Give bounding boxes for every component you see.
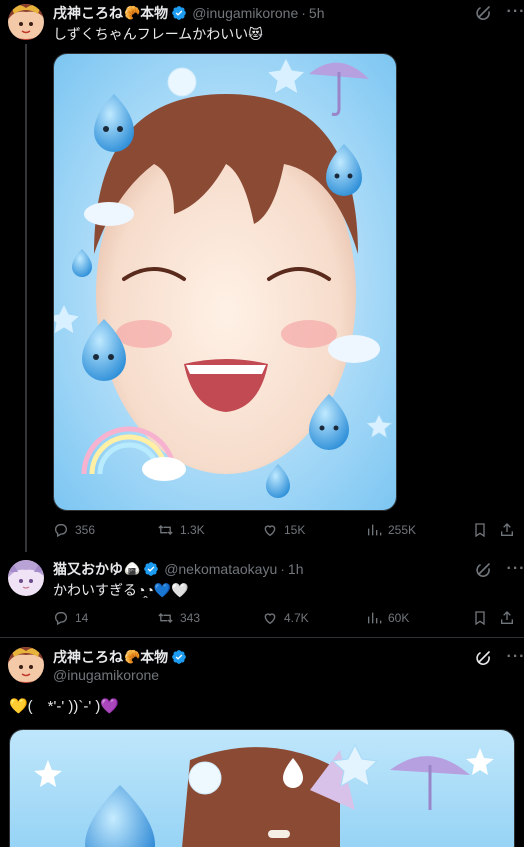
views-button[interactable]: 60K xyxy=(366,610,409,626)
display-name[interactable]: 猫又おかゆ xyxy=(53,560,123,578)
tweet-text: しずくちゃんフレームかわいい😻 xyxy=(53,26,263,42)
reply-button[interactable]: 14 xyxy=(53,610,88,626)
retweet-count: 343 xyxy=(180,611,201,625)
reply-icon xyxy=(55,612,67,626)
onigiri-emoji: 🍙 xyxy=(124,561,141,576)
like-count: 4.7K xyxy=(284,611,309,625)
separator-dot: · xyxy=(301,5,306,21)
avatar[interactable] xyxy=(8,647,44,683)
reply-top-actions: ··· xyxy=(475,560,524,578)
reply-count: 14 xyxy=(75,611,89,625)
tweet-image[interactable] xyxy=(9,729,515,847)
grok-icon[interactable] xyxy=(475,3,493,21)
verified-badge-icon[interactable] xyxy=(171,5,187,21)
bookmark-button[interactable] xyxy=(472,610,488,626)
display-name[interactable]: 戌神ころね xyxy=(53,4,123,22)
tweet-header: 戌神ころね 🥐 本物 @inugamikorone · 5h xyxy=(53,4,324,22)
display-name-suffix[interactable]: 本物 xyxy=(140,648,168,666)
display-name-suffix[interactable]: 本物 xyxy=(140,4,168,22)
bookmark-icon xyxy=(475,611,485,626)
share-button[interactable] xyxy=(499,610,515,626)
share-button[interactable] xyxy=(499,522,515,538)
views-icon xyxy=(368,612,382,624)
like-count: 15K xyxy=(284,523,306,537)
retweet-button[interactable]: 343 xyxy=(157,610,200,626)
separator-dot: · xyxy=(280,561,285,577)
tweet-actions: 356 1.3K 15K 255K xyxy=(53,522,517,540)
bookmark-icon xyxy=(475,523,485,538)
more-icon[interactable]: ··· xyxy=(507,648,524,666)
divider xyxy=(0,637,524,638)
retweet-button[interactable]: 1.3K xyxy=(157,522,205,538)
retweet-count: 1.3K xyxy=(180,523,205,537)
views-count: 255K xyxy=(388,523,417,537)
handle[interactable]: @inugamikorone xyxy=(192,4,298,22)
like-icon xyxy=(264,613,276,625)
views-button[interactable]: 255K xyxy=(366,522,416,538)
reply-text: かわいすぎる◔̯◔💙🤍 xyxy=(53,582,189,598)
reply-icon xyxy=(55,524,67,538)
croissant-emoji: 🥐 xyxy=(124,5,141,20)
grok-icon[interactable] xyxy=(475,648,493,666)
share-icon xyxy=(501,611,513,624)
bookmark-button[interactable] xyxy=(472,522,488,538)
verified-badge-icon[interactable] xyxy=(171,649,187,665)
timestamp[interactable]: 5h xyxy=(309,4,325,22)
more-icon[interactable]: ··· xyxy=(507,3,524,21)
display-name[interactable]: 戌神ころね xyxy=(53,648,123,666)
verified-badge-icon[interactable] xyxy=(143,561,159,577)
timestamp[interactable]: 1h xyxy=(288,560,304,578)
thread-line xyxy=(25,44,27,552)
views-icon xyxy=(368,524,382,536)
retweet-icon xyxy=(158,525,173,535)
like-icon xyxy=(264,525,276,537)
avatar[interactable] xyxy=(8,4,44,40)
tweet-text: 💛( *'-' ))`-' )💜 xyxy=(9,698,120,715)
views-count: 60K xyxy=(388,611,410,625)
reply-button[interactable]: 356 xyxy=(53,522,95,538)
grok-icon[interactable] xyxy=(475,560,493,578)
handle[interactable]: @nekomataokayu xyxy=(164,560,277,578)
reply-count: 356 xyxy=(75,523,96,537)
like-button[interactable]: 15K xyxy=(262,522,305,538)
handle[interactable]: @inugamikorone xyxy=(53,667,159,683)
reply-actions: 14 343 4.7K 60K xyxy=(53,610,517,628)
retweet-icon xyxy=(158,613,173,623)
avatar[interactable] xyxy=(8,560,44,596)
tweet-top-actions: ··· xyxy=(475,648,524,666)
tweet-top-actions: ··· xyxy=(475,3,524,21)
croissant-emoji: 🥐 xyxy=(124,649,141,664)
tweet-image[interactable] xyxy=(53,53,397,511)
more-icon[interactable]: ··· xyxy=(507,560,524,578)
reply-header: 猫又おかゆ 🍙 @nekomataokayu · 1h xyxy=(53,560,304,578)
share-icon xyxy=(501,523,513,536)
like-button[interactable]: 4.7K xyxy=(262,610,309,626)
tweet-header: 戌神ころね 🥐 本物 xyxy=(53,648,187,666)
